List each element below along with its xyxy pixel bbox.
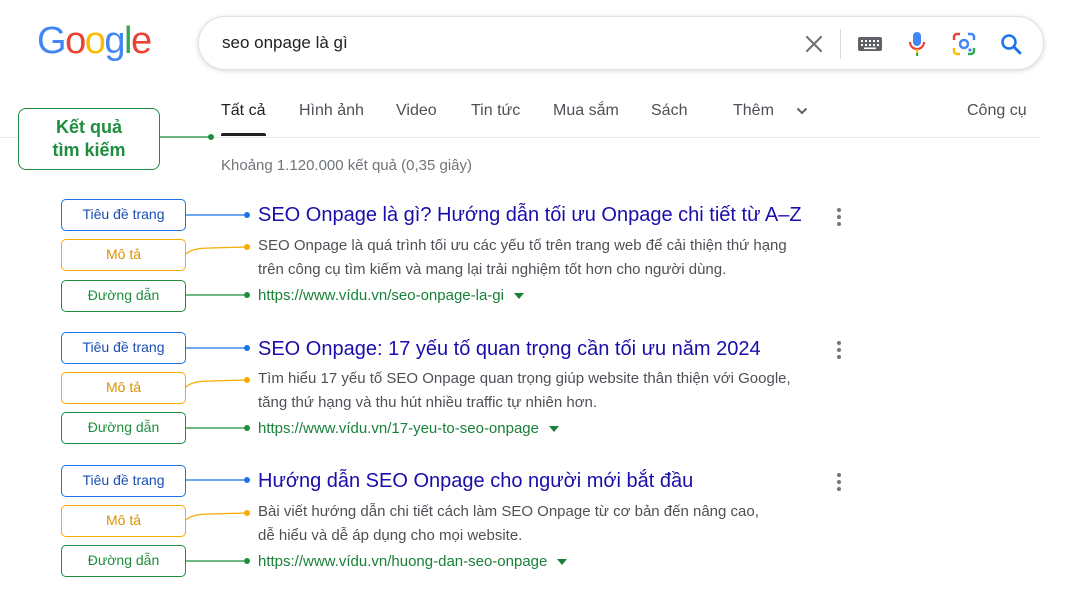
logo-letter: e <box>130 20 152 62</box>
tab-all[interactable]: Tất cả <box>221 102 265 120</box>
search-input[interactable]: seo onpage là gì <box>222 33 348 53</box>
result-description-line: SEO Onpage là quá trình tối ưu các yếu t… <box>258 237 787 254</box>
tab-more[interactable]: Thêm <box>733 102 808 120</box>
search-results-callout: Kết quả tìm kiếm <box>18 108 160 170</box>
tab-shopping[interactable]: Mua sắm <box>553 102 619 120</box>
google-logo[interactable]: Google <box>37 20 152 62</box>
result-url-text[interactable]: https://www.vídu.vn/17-yeu-to-seo-onpage <box>258 420 539 437</box>
result-url[interactable]: https://www.vídu.vn/seo-onpage-la-gi <box>258 287 524 304</box>
tools-button[interactable]: Công cụ <box>967 102 1027 120</box>
result-description-line: trên công cụ tìm kiếm và mang lại trải n… <box>258 261 727 278</box>
logo-letter: g <box>104 20 125 62</box>
label-url: Đường dẫn <box>61 412 186 444</box>
more-options-icon[interactable] <box>830 472 848 492</box>
label-description: Mô tả <box>61 372 186 404</box>
caret-down-icon[interactable] <box>549 425 559 432</box>
microphone-icon[interactable] <box>902 29 932 59</box>
logo-letter: G <box>37 20 67 62</box>
close-icon[interactable] <box>799 29 829 59</box>
chevron-down-icon <box>797 107 808 115</box>
search-divider <box>840 29 841 59</box>
label-url: Đường dẫn <box>61 545 186 577</box>
result-title[interactable]: Hướng dẫn SEO Onpage cho người mới bắt đ… <box>258 470 693 493</box>
tab-news[interactable]: Tin tức <box>471 102 520 120</box>
callout-line-1: Kết quả <box>55 117 122 137</box>
active-tab-indicator <box>221 133 266 136</box>
tab-books[interactable]: Sách <box>651 102 687 120</box>
label-url: Đường dẫn <box>61 280 186 312</box>
more-options-icon[interactable] <box>830 340 848 360</box>
search-box[interactable]: seo onpage là gì <box>198 16 1044 70</box>
result-url-text[interactable]: https://www.vídu.vn/huong-dan-seo-onpage <box>258 553 547 570</box>
tab-images[interactable]: Hình ảnh <box>299 102 364 120</box>
search-icon[interactable] <box>996 29 1026 59</box>
result-description-line: tăng thứ hạng và thu hút nhiều traffic t… <box>258 394 598 411</box>
result-description-line: Bài viết hướng dẫn chi tiết cách làm SEO… <box>258 503 759 520</box>
label-description: Mô tả <box>61 505 186 537</box>
result-url[interactable]: https://www.vídu.vn/17-yeu-to-seo-onpage <box>258 420 559 437</box>
logo-letter: o <box>65 20 86 62</box>
result-title[interactable]: SEO Onpage: 17 yếu tố quan trọng cần tối… <box>258 338 761 361</box>
label-page-title: Tiêu đề trang <box>61 465 186 497</box>
result-url-text[interactable]: https://www.vídu.vn/seo-onpage-la-gi <box>258 287 504 304</box>
tab-more-label: Thêm <box>733 102 774 119</box>
label-page-title: Tiêu đề trang <box>61 332 186 364</box>
caret-down-icon[interactable] <box>513 292 524 299</box>
logo-letter: l <box>123 20 132 62</box>
lens-icon[interactable] <box>949 29 979 59</box>
result-url[interactable]: https://www.vídu.vn/huong-dan-seo-onpage <box>258 553 568 570</box>
label-description: Mô tả <box>61 239 186 271</box>
search-tabs: Tất cả Hình ảnh Video Tin tức Mua sắm Sá… <box>0 100 1080 140</box>
keyboard-icon[interactable] <box>855 29 885 59</box>
logo-letter: o <box>84 20 106 62</box>
result-description-line: dễ hiểu và dễ áp dụng cho mọi website. <box>258 527 523 544</box>
result-stats: Khoảng 1.120.000 kết quả (0,35 giây) <box>221 157 473 174</box>
tab-video[interactable]: Video <box>396 102 437 120</box>
result-description-line: Tìm hiểu 17 yếu tố SEO Onpage quan trọng… <box>258 370 791 387</box>
caret-down-icon[interactable] <box>557 558 568 565</box>
result-title[interactable]: SEO Onpage là gì? Hướng dẫn tối ưu Onpag… <box>258 204 802 227</box>
more-options-icon[interactable] <box>830 207 848 227</box>
callout-line-2: tìm kiếm <box>52 140 126 160</box>
label-page-title: Tiêu đề trang <box>61 199 186 231</box>
